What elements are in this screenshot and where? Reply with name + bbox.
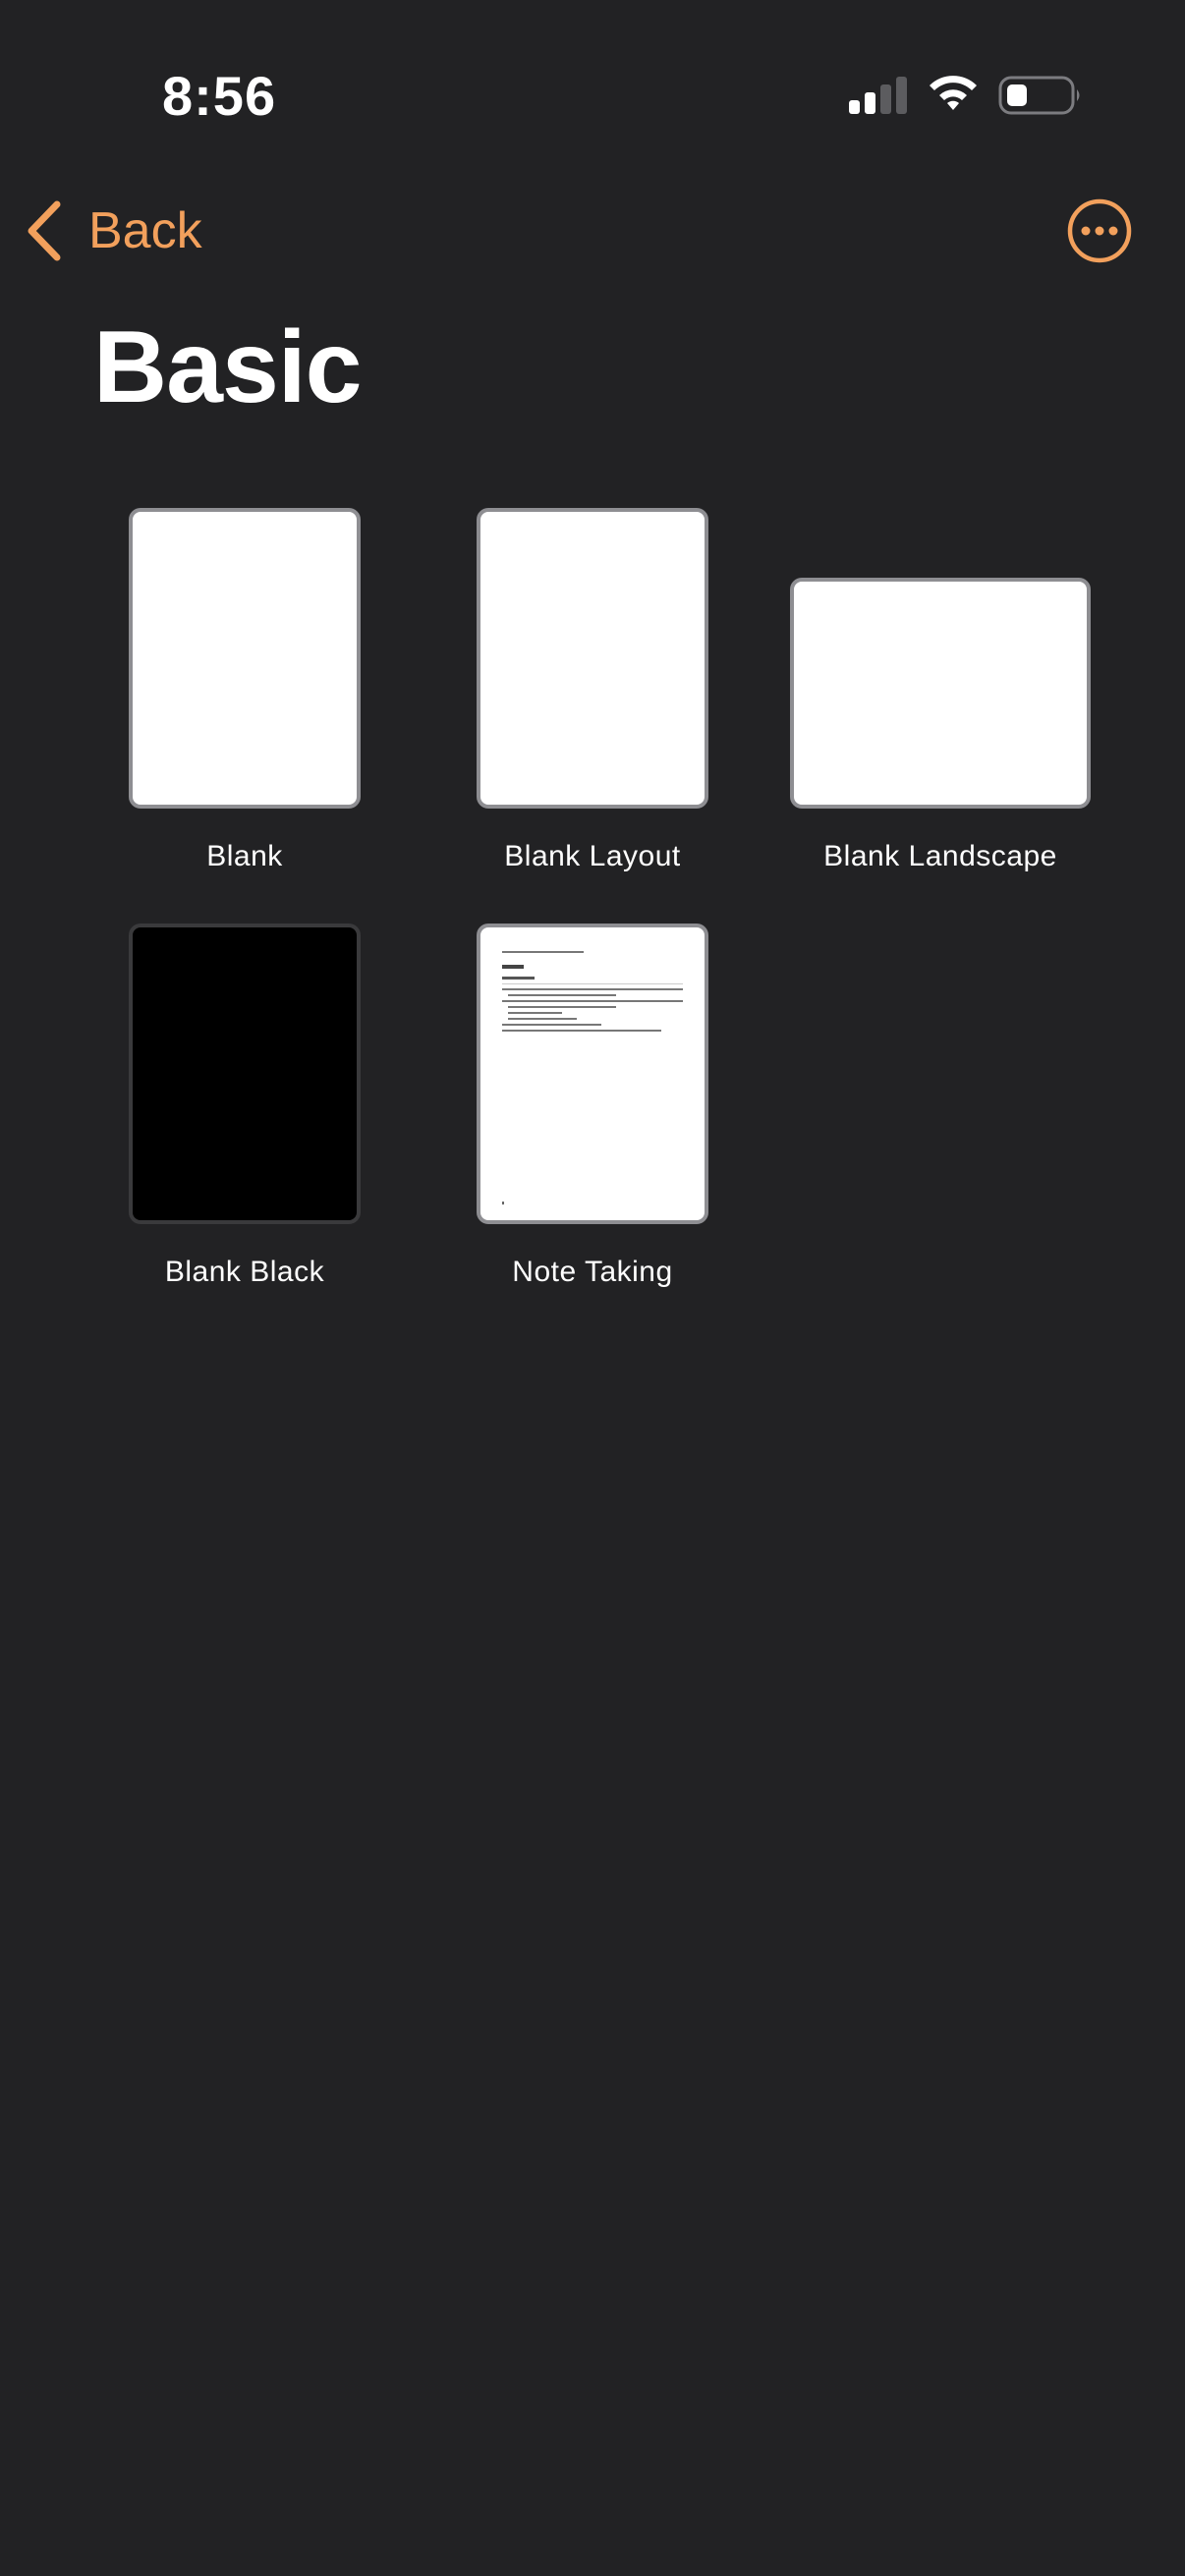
chevron-left-icon	[28, 200, 61, 261]
preview-text-line	[502, 1030, 661, 1032]
cellular-signal-icon	[849, 77, 907, 114]
preview-text-line	[508, 994, 617, 996]
template-thumbnail-blank	[129, 508, 361, 809]
battery-icon	[998, 76, 1080, 115]
template-label: Blank Landscape	[823, 840, 1057, 872]
preview-divider	[502, 983, 683, 984]
preview-text-line	[508, 1006, 617, 1008]
back-button-label: Back	[88, 202, 202, 259]
page-title: Basic	[93, 310, 363, 424]
wifi-icon	[930, 76, 977, 110]
preview-date-line	[502, 951, 584, 953]
template-thumbnail-blank-layout	[477, 508, 708, 809]
preview-text-line	[502, 1000, 683, 1002]
template-label: Blank	[206, 840, 283, 872]
template-label: Blank Layout	[504, 840, 681, 872]
note-preview	[502, 951, 683, 1210]
template-label: Note Taking	[512, 1256, 673, 1288]
status-time: 8:56	[162, 65, 277, 127]
template-thumbnail-blank-black	[129, 924, 361, 1224]
back-button[interactable]: Back	[22, 193, 202, 269]
preview-text-line	[508, 1018, 577, 1020]
preview-subject-line	[502, 977, 536, 980]
preview-text-line	[508, 1012, 563, 1014]
template-thumbnail-note-taking	[477, 924, 708, 1224]
ellipsis-circle-icon	[1067, 198, 1132, 263]
template-thumbnail-blank-landscape	[790, 578, 1091, 809]
preview-page-number	[502, 1202, 504, 1204]
preview-title-line	[502, 965, 525, 969]
preview-text-line	[502, 988, 683, 990]
preview-text-line	[502, 1024, 602, 1026]
more-options-button[interactable]	[1066, 197, 1133, 264]
template-label: Blank Black	[164, 1256, 325, 1288]
